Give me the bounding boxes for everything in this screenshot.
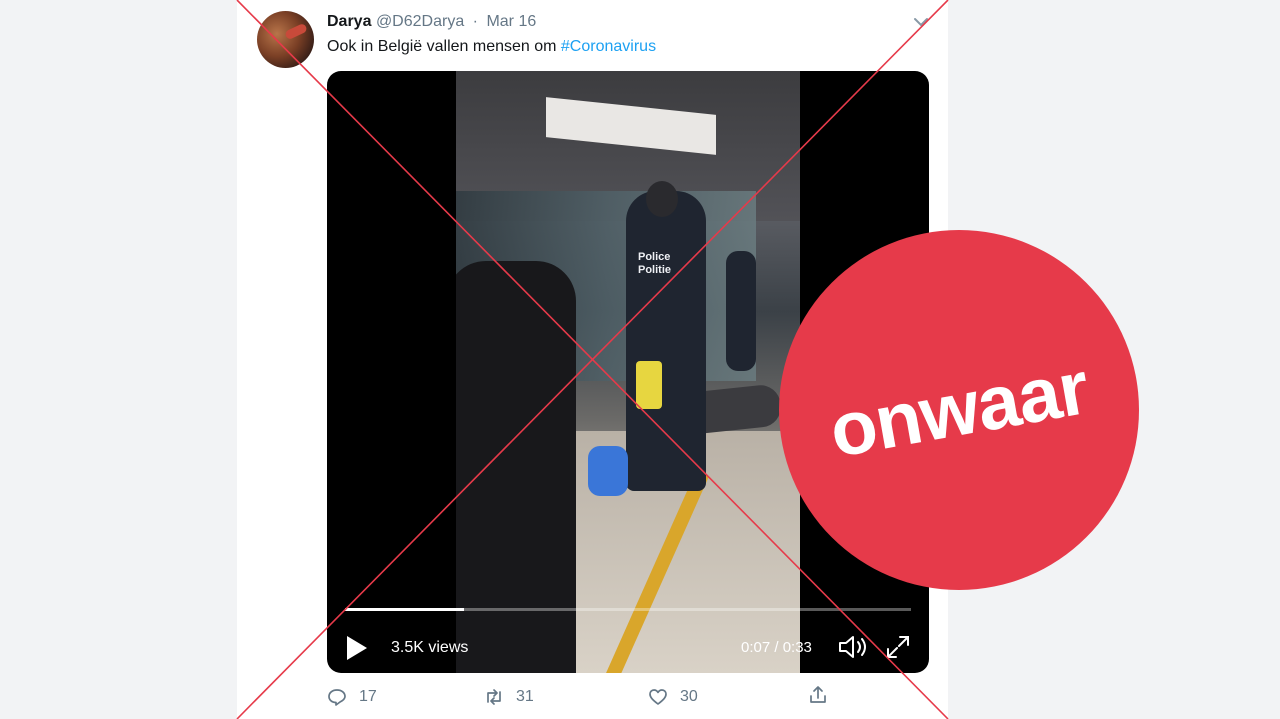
frame-foreground-figure bbox=[456, 261, 576, 673]
video-frame: Police Politie bbox=[456, 71, 800, 673]
fullscreen-icon[interactable] bbox=[885, 634, 911, 660]
verdict-label: onwaar bbox=[823, 345, 1095, 474]
play-icon[interactable] bbox=[341, 633, 371, 663]
reply-count: 17 bbox=[359, 688, 377, 705]
like-action[interactable]: 30 bbox=[648, 685, 698, 709]
view-count: 3.5K views bbox=[391, 639, 469, 656]
retweet-count: 31 bbox=[516, 688, 534, 705]
tweet-text: Ook in België vallen mensen om #Coronavi… bbox=[327, 36, 656, 58]
heart-icon bbox=[649, 689, 667, 705]
tweet-date[interactable]: Mar 16 bbox=[486, 13, 536, 30]
share-icon bbox=[810, 686, 826, 703]
chevron-down-icon[interactable] bbox=[912, 13, 930, 31]
verdict-stamp: onwaar bbox=[779, 230, 1139, 590]
frame-police-label: Police Politie bbox=[638, 251, 671, 277]
retweet-action[interactable]: 31 bbox=[484, 685, 534, 709]
progress-bar[interactable] bbox=[345, 608, 911, 611]
author-handle[interactable]: @D62Darya bbox=[376, 13, 464, 30]
frame-officer-background bbox=[726, 251, 756, 371]
like-count: 30 bbox=[680, 688, 698, 705]
frame-yellow-bag bbox=[636, 361, 662, 409]
reply-icon bbox=[328, 689, 346, 706]
police-label-line: Police bbox=[638, 251, 671, 263]
author-avatar[interactable] bbox=[257, 11, 314, 68]
tweet-actions: 17 31 30 bbox=[0, 685, 1280, 709]
progress-bar-fill bbox=[345, 608, 464, 611]
avatar-detail bbox=[284, 22, 308, 41]
reply-action[interactable]: 17 bbox=[327, 685, 377, 709]
volume-icon[interactable] bbox=[837, 634, 869, 660]
author-name[interactable]: Darya bbox=[327, 13, 371, 30]
hashtag-link[interactable]: #Coronavirus bbox=[561, 38, 656, 55]
retweet-icon bbox=[487, 689, 501, 705]
header-separator: · bbox=[472, 13, 478, 30]
frame-blue-glove bbox=[588, 446, 628, 496]
tweet-text-body: Ook in België vallen mensen om bbox=[327, 38, 561, 55]
video-time: 0:07 / 0:33 bbox=[741, 639, 812, 656]
politie-label-line: Politie bbox=[638, 264, 672, 276]
frame-officer bbox=[626, 191, 706, 491]
share-action[interactable] bbox=[808, 685, 828, 705]
tweet-header: Darya @D62Darya · Mar 16 bbox=[327, 11, 536, 33]
frame-officer-head bbox=[646, 181, 678, 217]
